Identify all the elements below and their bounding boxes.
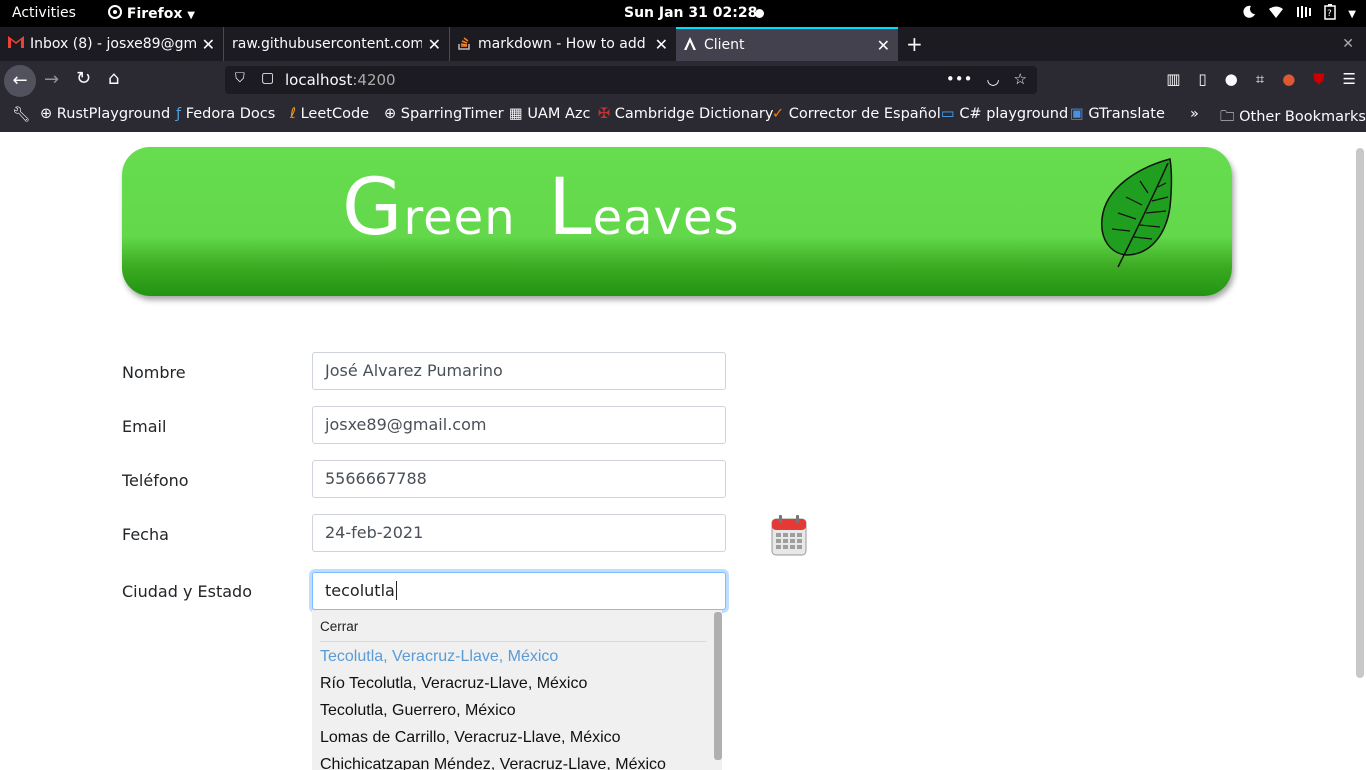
url-bar[interactable]: ⛉ ▢ localhost:4200 ••• ◡ ☆ — [225, 66, 1037, 94]
fedora-icon: ƒ — [176, 106, 182, 122]
system-top-bar: Activities Firefox ▼ Sun Jan 31 02:28 ? … — [0, 0, 1366, 27]
star-icon[interactable]: ☆ — [1014, 70, 1027, 88]
tab-gmail[interactable]: Inbox (8) - josxe89@gma ✕ — [0, 27, 224, 61]
ublock-icon[interactable]: ⛊ — [1313, 70, 1324, 88]
page-content: Green Leaves Nombre José Alvarez Pumarin… — [0, 132, 1366, 770]
nombre-input[interactable]: José Alvarez Pumarino — [312, 352, 726, 390]
leetcode-icon: ℓ — [290, 106, 296, 122]
page-actions-icon[interactable]: ••• — [946, 70, 973, 88]
check-icon: ✓ — [772, 106, 785, 122]
wrench-icon[interactable]: 🔧︎ — [12, 106, 30, 123]
close-dropdown-button[interactable]: Cerrar — [320, 619, 358, 634]
page-icon: ▢ — [261, 70, 275, 86]
csharp-icon: ▭ — [941, 106, 955, 122]
page-scrollbar[interactable] — [1356, 148, 1364, 678]
close-icon[interactable]: ✕ — [655, 35, 668, 54]
tab-client[interactable]: Client ✕ — [676, 27, 898, 61]
autocomplete-dropdown[interactable]: Cerrar Tecolutla, Veracruz-Llave, México… — [312, 610, 722, 770]
divider — [320, 641, 706, 642]
gtranslate-icon: ▣ — [1070, 106, 1084, 122]
library-icon[interactable]: ▥ — [1166, 70, 1180, 88]
telefono-label: Teléfono — [122, 471, 189, 490]
sidebar-icon[interactable]: ▯ — [1198, 70, 1206, 88]
navigation-bar: ← → ↻ ⌂ ⛉ ▢ localhost:4200 ••• ◡ ☆ ▥ ▯ ●… — [0, 61, 1366, 99]
bookmark-gtranslate[interactable]: ▣ GTranslate — [1070, 106, 1165, 122]
list-item[interactable]: Tecolutla, Veracruz-Llave, México — [320, 648, 558, 666]
email-label: Email — [122, 417, 167, 436]
globe-icon: ⊕ — [384, 106, 397, 122]
folder-icon: 🗀︎ — [1220, 109, 1235, 125]
list-item[interactable]: Río Tecolutla, Veracruz-Llave, México — [320, 675, 587, 693]
pocket-icon[interactable]: ◡ — [986, 70, 999, 88]
bookmark-rustplayground[interactable]: ⊕ RustPlayground — [40, 106, 170, 122]
app-menu[interactable]: Firefox ▼ — [108, 5, 195, 23]
chevron-down-icon: ▼ — [1348, 8, 1356, 20]
gmail-icon — [8, 36, 24, 52]
angular-icon — [684, 36, 696, 54]
url-text[interactable]: localhost:4200 — [285, 71, 396, 89]
globe-icon: ⊕ — [40, 106, 53, 122]
bookmark-csharp-playground[interactable]: ▭ C# playground — [941, 106, 1068, 122]
ciudad-input[interactable]: tecolutla — [312, 572, 726, 610]
chevron-down-icon: ▼ — [187, 10, 195, 21]
stackoverflow-icon — [458, 35, 470, 54]
bookmark-uam-azc[interactable]: ▦ UAM Azc — [509, 106, 590, 122]
battery-icon: ? — [1324, 4, 1337, 24]
crop-icon[interactable]: ⌗ — [1256, 70, 1264, 88]
activities-button[interactable]: Activities — [12, 5, 76, 21]
email-input[interactable]: josxe89@gmail.com — [312, 406, 726, 444]
close-icon[interactable]: ✕ — [877, 36, 890, 55]
list-item[interactable]: Lomas de Carrillo, Veracruz-Llave, Méxic… — [320, 729, 621, 747]
list-all-tabs-icon[interactable]: ✕ — [1342, 36, 1354, 52]
chevron-right-icon[interactable]: » — [1190, 106, 1199, 122]
bookmark-sparringtimer[interactable]: ⊕ SparringTimer — [384, 106, 504, 122]
volume-icon — [1296, 5, 1312, 23]
new-tab-button[interactable]: + — [906, 32, 923, 56]
system-tray[interactable]: ? ▼ — [1242, 4, 1356, 24]
shield-icon[interactable]: ⛉ — [235, 71, 245, 86]
firefox-icon — [108, 5, 122, 23]
bookmark-fedora-docs[interactable]: ƒ Fedora Docs — [176, 106, 275, 122]
duckduckgo-icon[interactable]: ● — [1282, 70, 1295, 88]
tab-title: raw.githubusercontent.com/ — [232, 36, 422, 52]
extension-icon[interactable]: ● — [1225, 70, 1238, 88]
menu-icon[interactable]: ☰ — [1343, 70, 1356, 88]
forward-button[interactable]: → — [44, 69, 59, 90]
clock[interactable]: Sun Jan 31 02:28 — [624, 5, 757, 21]
notification-dot — [755, 9, 764, 18]
app-name: Firefox — [126, 6, 183, 22]
bookmark-cambridge-dictionary[interactable]: ✠ Cambridge Dictionary — [598, 106, 773, 122]
bookmark-leetcode[interactable]: ℓ LeetCode — [290, 106, 369, 122]
close-icon[interactable]: ✕ — [202, 35, 215, 54]
leaf-icon — [1100, 157, 1174, 273]
tab-title: Client — [704, 37, 745, 53]
close-icon[interactable]: ✕ — [428, 35, 441, 54]
tab-title: markdown - How to add i — [478, 36, 649, 52]
list-item[interactable]: Tecolutla, Guerrero, México — [320, 702, 516, 720]
tab-title: Inbox (8) - josxe89@gma — [30, 36, 196, 52]
night-light-icon — [1242, 5, 1256, 23]
uam-icon: ▦ — [509, 106, 523, 122]
reload-icon[interactable]: ↻ — [76, 68, 91, 89]
wifi-icon — [1268, 5, 1284, 23]
dropdown-scrollbar[interactable] — [714, 612, 722, 760]
cambridge-icon: ✠ — [598, 106, 611, 122]
site-title: Green Leaves — [342, 163, 740, 253]
back-button[interactable]: ← — [4, 65, 36, 97]
nombre-label: Nombre — [122, 363, 186, 382]
calendar-icon[interactable] — [771, 514, 807, 560]
tab-stackoverflow[interactable]: markdown - How to add i ✕ — [450, 27, 676, 61]
header-banner: Green Leaves — [122, 147, 1232, 296]
fecha-input[interactable]: 24-feb-2021 — [312, 514, 726, 552]
telefono-input[interactable]: 5566667788 — [312, 460, 726, 498]
svg-text:?: ? — [1327, 9, 1332, 19]
bookmarks-bar: 🔧︎ ⊕ RustPlayground ƒ Fedora Docs ℓ Leet… — [0, 99, 1366, 132]
tab-bar: Inbox (8) - josxe89@gma ✕ raw.githubuser… — [0, 27, 1366, 61]
tab-raw-github[interactable]: raw.githubusercontent.com/ ✕ — [224, 27, 450, 61]
bookmark-corrector[interactable]: ✓ Corrector de Español — [772, 106, 941, 122]
bookmark-other[interactable]: 🗀︎ Other Bookmarks — [1220, 106, 1366, 131]
home-icon[interactable]: ⌂ — [108, 68, 119, 89]
fecha-label: Fecha — [122, 525, 169, 544]
ciudad-label: Ciudad y Estado — [122, 582, 252, 601]
